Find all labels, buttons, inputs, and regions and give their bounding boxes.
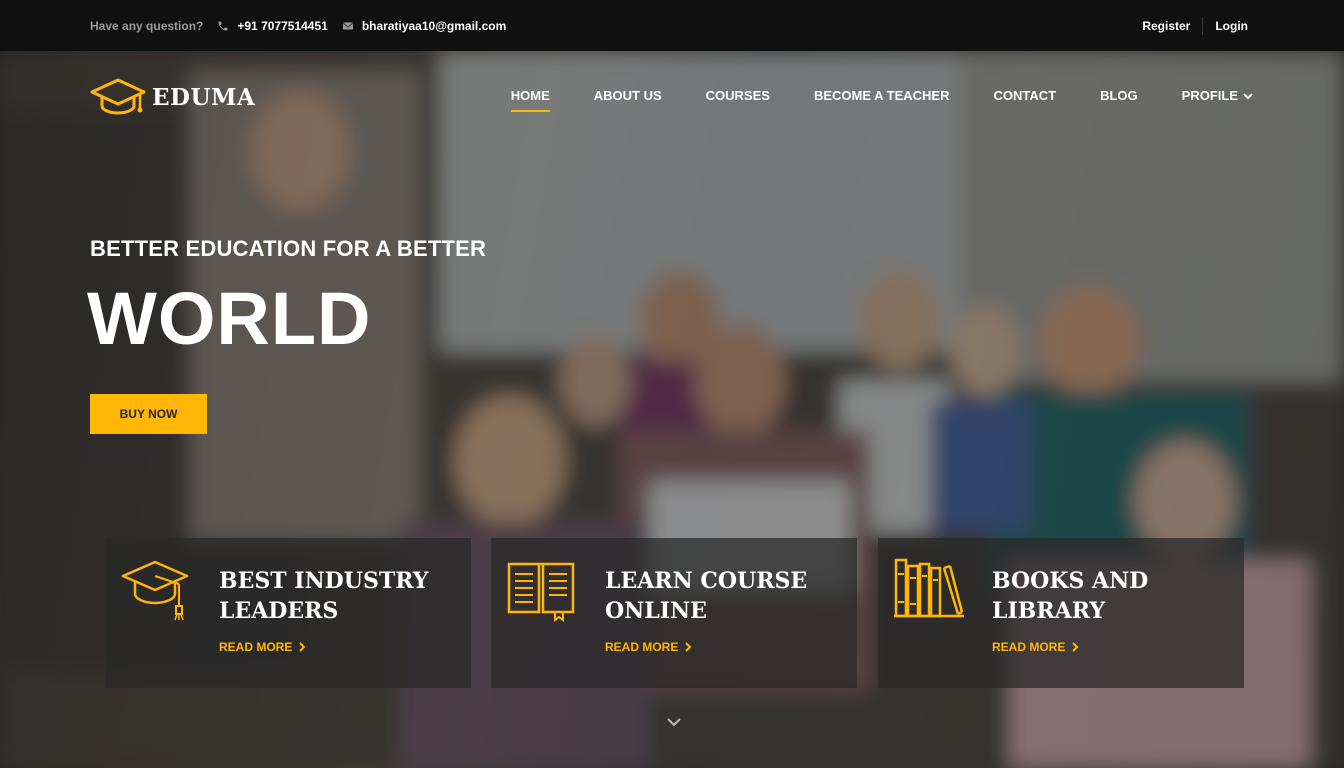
register-link[interactable]: Register	[1130, 19, 1202, 33]
feature-card-learn-course[interactable]: LEARN COURSE ONLINE READ MORE	[491, 538, 857, 688]
chevron-right-icon	[299, 642, 306, 652]
feature-title: BOOKS AND LIBRARY	[992, 568, 1149, 624]
contact-info: Have any question? +91 7077514451 bharat…	[90, 0, 520, 51]
login-link[interactable]: Login	[1203, 19, 1260, 33]
hero-headline: WORLD	[87, 277, 372, 360]
nav-item-blog[interactable]: BLOG	[1100, 88, 1138, 103]
feature-title: LEARN COURSE ONLINE	[605, 568, 808, 624]
account-links: Register Login	[1130, 0, 1260, 51]
graduation-cap-icon	[119, 554, 191, 622]
nav-item-become-a-teacher[interactable]: BECOME A TEACHER	[814, 88, 950, 103]
nav-item-profile-label: PROFILE	[1181, 88, 1238, 103]
scroll-down-icon[interactable]	[665, 713, 683, 731]
question-text: Have any question?	[90, 18, 204, 33]
nav-item-contact[interactable]: CONTACT	[994, 88, 1057, 103]
read-more-label: READ MORE	[992, 640, 1066, 654]
nav-item-home[interactable]: HOME	[510, 88, 550, 112]
nav-item-profile[interactable]: PROFILE	[1182, 88, 1254, 103]
feature-card-industry-leaders[interactable]: BEST INDUSTRY LEADERS READ MORE	[105, 538, 471, 688]
envelope-icon	[342, 19, 356, 33]
nav-item-courses[interactable]: COURSES	[706, 88, 770, 103]
feature-title: BEST INDUSTRY LEADERS	[219, 568, 429, 624]
email-contact[interactable]: bharatiyaa10@gmail.com	[342, 19, 506, 33]
books-icon	[892, 554, 964, 622]
phone-contact[interactable]: +91 7077514451	[217, 18, 328, 33]
hero-section: EDUMA HOME ABOUT US COURSES BECOME A TEA…	[0, 51, 1344, 768]
graduation-cap-icon	[90, 78, 146, 115]
read-more-label: READ MORE	[605, 640, 679, 654]
read-more-link[interactable]: READ MORE	[605, 640, 693, 654]
read-more-label: READ MORE	[219, 640, 293, 654]
phone-number: +91 7077514451	[237, 18, 328, 33]
email-address: bharatiyaa10@gmail.com	[361, 18, 507, 33]
chevron-down-icon	[1238, 90, 1254, 102]
logo-text: EDUMA	[152, 83, 256, 111]
site-logo[interactable]: EDUMA	[90, 76, 255, 118]
nav-item-about-us[interactable]: ABOUT US	[594, 88, 662, 103]
hero-tagline: BETTER EDUCATION FOR A BETTER	[90, 236, 487, 261]
read-more-link[interactable]: READ MORE	[992, 640, 1080, 654]
buy-now-button[interactable]: BUY NOW	[90, 394, 207, 434]
open-book-icon	[505, 554, 577, 622]
chevron-right-icon	[1072, 642, 1079, 652]
top-bar: Have any question? +91 7077514451 bharat…	[0, 0, 1344, 51]
feature-card-books-library[interactable]: BOOKS AND LIBRARY READ MORE	[878, 538, 1244, 688]
chevron-right-icon	[685, 642, 692, 652]
phone-icon	[217, 19, 231, 33]
main-navigation: HOME ABOUT US COURSES BECOME A TEACHER C…	[467, 88, 1254, 112]
read-more-link[interactable]: READ MORE	[219, 640, 307, 654]
